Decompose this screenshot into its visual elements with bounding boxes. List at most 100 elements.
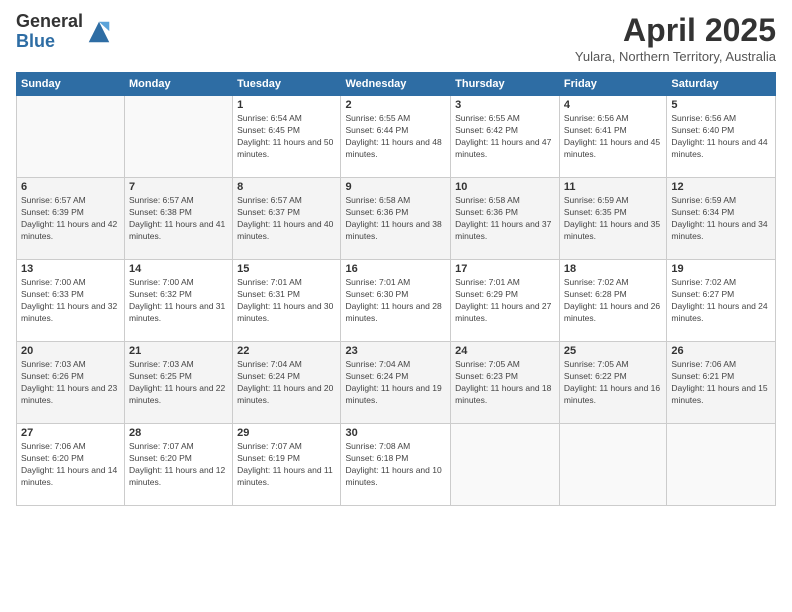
day-cell: 7Sunrise: 6:57 AM Sunset: 6:38 PM Daylig…	[125, 178, 233, 260]
header-row: SundayMondayTuesdayWednesdayThursdayFrid…	[17, 73, 776, 96]
day-info: Sunrise: 6:58 AM Sunset: 6:36 PM Dayligh…	[345, 195, 446, 243]
day-info: Sunrise: 6:57 AM Sunset: 6:37 PM Dayligh…	[237, 195, 336, 243]
day-number: 30	[345, 427, 446, 439]
header: General Blue April 2025 Yulara, Northern…	[16, 12, 776, 64]
day-cell: 23 Sunrise: 7:04 AM Sunset: 6:24 PM Dayli…	[341, 342, 451, 424]
week-row-3: 13 Sunrise: 7:00 AM Sunset: 6:33 PM Dayli…	[17, 260, 776, 342]
day-cell	[559, 424, 666, 506]
day-cell	[17, 96, 125, 178]
day-cell: 19 Sunrise: 7:02 AM Sunset: 6:27 PM Dayli…	[667, 260, 776, 342]
day-number: 2	[345, 99, 446, 111]
header-cell-sunday: Sunday	[17, 73, 125, 96]
day-info: Sunrise: 7:07 AM Sunset: 6:19 PM Dayligh…	[237, 441, 336, 489]
day-cell: 10 Sunrise: 6:58 AM Sunset: 6:36 PM Dayli…	[451, 178, 560, 260]
day-cell: 26 Sunrise: 7:06 AM Sunset: 6:21 PM Dayli…	[667, 342, 776, 424]
day-number: 20	[21, 345, 120, 357]
day-info: Sunrise: 7:02 AM Sunset: 6:27 PM Dayligh…	[671, 277, 771, 325]
day-info: Sunrise: 7:04 AM Sunset: 6:24 PM Dayligh…	[237, 359, 336, 407]
day-info: Sunrise: 7:05 AM Sunset: 6:23 PM Dayligh…	[455, 359, 555, 407]
day-number: 29	[237, 427, 336, 439]
calendar-table: SundayMondayTuesdayWednesdayThursdayFrid…	[16, 72, 776, 506]
day-number: 23	[345, 345, 446, 357]
day-cell: 24 Sunrise: 7:05 AM Sunset: 6:23 PM Dayli…	[451, 342, 560, 424]
header-cell-monday: Monday	[125, 73, 233, 96]
day-info: Sunrise: 6:58 AM Sunset: 6:36 PM Dayligh…	[455, 195, 555, 243]
day-cell: 12 Sunrise: 6:59 AM Sunset: 6:34 PM Dayli…	[667, 178, 776, 260]
day-info: Sunrise: 7:07 AM Sunset: 6:20 PM Dayligh…	[129, 441, 228, 489]
logo: General Blue	[16, 12, 113, 52]
calendar-body: 1Sunrise: 6:54 AM Sunset: 6:45 PM Daylig…	[17, 96, 776, 506]
day-cell: 28 Sunrise: 7:07 AM Sunset: 6:20 PM Dayli…	[125, 424, 233, 506]
day-info: Sunrise: 6:59 AM Sunset: 6:34 PM Dayligh…	[671, 195, 771, 243]
day-cell: 13 Sunrise: 7:00 AM Sunset: 6:33 PM Dayli…	[17, 260, 125, 342]
day-number: 13	[21, 263, 120, 275]
day-info: Sunrise: 6:56 AM Sunset: 6:41 PM Dayligh…	[564, 113, 662, 161]
day-cell: 1Sunrise: 6:54 AM Sunset: 6:45 PM Daylig…	[233, 96, 341, 178]
day-info: Sunrise: 7:00 AM Sunset: 6:33 PM Dayligh…	[21, 277, 120, 325]
day-cell: 9Sunrise: 6:58 AM Sunset: 6:36 PM Daylig…	[341, 178, 451, 260]
day-info: Sunrise: 6:55 AM Sunset: 6:44 PM Dayligh…	[345, 113, 446, 161]
day-number: 11	[564, 181, 662, 193]
header-cell-thursday: Thursday	[451, 73, 560, 96]
header-cell-friday: Friday	[559, 73, 666, 96]
day-cell	[451, 424, 560, 506]
day-number: 22	[237, 345, 336, 357]
day-number: 6	[21, 181, 120, 193]
day-number: 25	[564, 345, 662, 357]
day-info: Sunrise: 7:02 AM Sunset: 6:28 PM Dayligh…	[564, 277, 662, 325]
day-info: Sunrise: 7:03 AM Sunset: 6:26 PM Dayligh…	[21, 359, 120, 407]
day-info: Sunrise: 7:01 AM Sunset: 6:31 PM Dayligh…	[237, 277, 336, 325]
day-number: 21	[129, 345, 228, 357]
day-cell: 4 Sunrise: 6:56 AM Sunset: 6:41 PM Daylig…	[559, 96, 666, 178]
day-number: 27	[21, 427, 120, 439]
header-cell-wednesday: Wednesday	[341, 73, 451, 96]
day-cell: 17 Sunrise: 7:01 AM Sunset: 6:29 PM Dayli…	[451, 260, 560, 342]
day-number: 1	[237, 99, 336, 111]
logo-general: General	[16, 11, 83, 31]
day-number: 28	[129, 427, 228, 439]
day-number: 4	[564, 99, 662, 111]
day-cell: 29 Sunrise: 7:07 AM Sunset: 6:19 PM Dayli…	[233, 424, 341, 506]
day-number: 17	[455, 263, 555, 275]
day-info: Sunrise: 6:56 AM Sunset: 6:40 PM Dayligh…	[671, 113, 771, 161]
day-number: 10	[455, 181, 555, 193]
month-title: April 2025	[575, 12, 776, 49]
week-row-2: 6Sunrise: 6:57 AM Sunset: 6:39 PM Daylig…	[17, 178, 776, 260]
day-number: 19	[671, 263, 771, 275]
calendar-header: SundayMondayTuesdayWednesdayThursdayFrid…	[17, 73, 776, 96]
day-cell: 11Sunrise: 6:59 AM Sunset: 6:35 PM Dayli…	[559, 178, 666, 260]
day-info: Sunrise: 7:06 AM Sunset: 6:20 PM Dayligh…	[21, 441, 120, 489]
day-number: 5	[671, 99, 771, 111]
day-cell: 27 Sunrise: 7:06 AM Sunset: 6:20 PM Dayli…	[17, 424, 125, 506]
day-number: 12	[671, 181, 771, 193]
day-cell	[667, 424, 776, 506]
day-cell: 18 Sunrise: 7:02 AM Sunset: 6:28 PM Dayli…	[559, 260, 666, 342]
day-cell: 8 Sunrise: 6:57 AM Sunset: 6:37 PM Daylig…	[233, 178, 341, 260]
day-cell: 2 Sunrise: 6:55 AM Sunset: 6:44 PM Daylig…	[341, 96, 451, 178]
logo-blue: Blue	[16, 31, 55, 51]
day-info: Sunrise: 7:06 AM Sunset: 6:21 PM Dayligh…	[671, 359, 771, 407]
day-cell	[125, 96, 233, 178]
day-number: 14	[129, 263, 228, 275]
title-block: April 2025 Yulara, Northern Territory, A…	[575, 12, 776, 64]
day-info: Sunrise: 7:05 AM Sunset: 6:22 PM Dayligh…	[564, 359, 662, 407]
day-info: Sunrise: 7:00 AM Sunset: 6:32 PM Dayligh…	[129, 277, 228, 325]
day-number: 15	[237, 263, 336, 275]
day-info: Sunrise: 6:55 AM Sunset: 6:42 PM Dayligh…	[455, 113, 555, 161]
day-number: 8	[237, 181, 336, 193]
header-cell-saturday: Saturday	[667, 73, 776, 96]
day-number: 18	[564, 263, 662, 275]
day-number: 16	[345, 263, 446, 275]
location-title: Yulara, Northern Territory, Australia	[575, 49, 776, 64]
day-number: 24	[455, 345, 555, 357]
day-cell: 20 Sunrise: 7:03 AM Sunset: 6:26 PM Dayli…	[17, 342, 125, 424]
day-number: 7	[129, 181, 228, 193]
day-info: Sunrise: 7:04 AM Sunset: 6:24 PM Dayligh…	[345, 359, 446, 407]
week-row-4: 20 Sunrise: 7:03 AM Sunset: 6:26 PM Dayli…	[17, 342, 776, 424]
header-cell-tuesday: Tuesday	[233, 73, 341, 96]
day-info: Sunrise: 7:01 AM Sunset: 6:29 PM Dayligh…	[455, 277, 555, 325]
day-cell: 30Sunrise: 7:08 AM Sunset: 6:18 PM Dayli…	[341, 424, 451, 506]
week-row-5: 27 Sunrise: 7:06 AM Sunset: 6:20 PM Dayli…	[17, 424, 776, 506]
day-number: 26	[671, 345, 771, 357]
day-cell: 22 Sunrise: 7:04 AM Sunset: 6:24 PM Dayli…	[233, 342, 341, 424]
